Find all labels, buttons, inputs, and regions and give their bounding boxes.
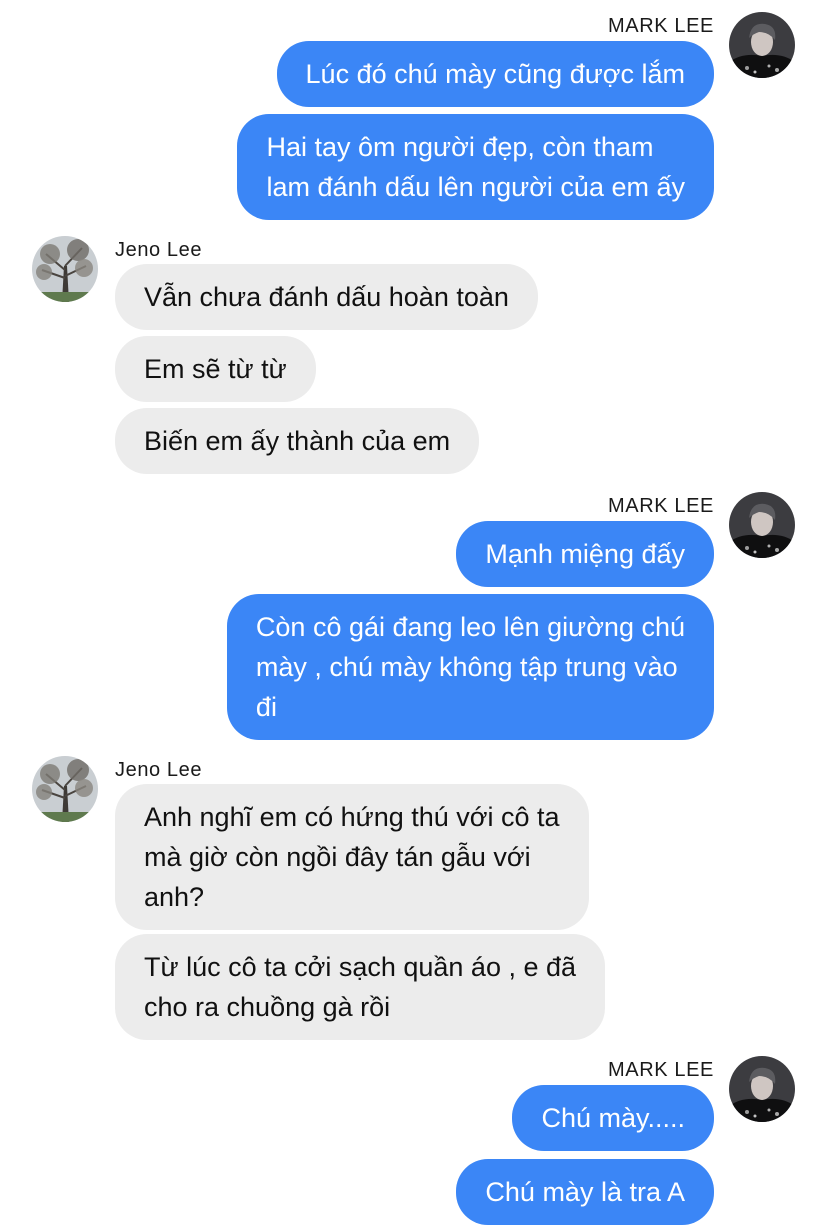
message-text: mày , chú mày không tập trung vào — [255, 652, 678, 682]
mark-lee-avatar-image — [729, 12, 795, 78]
message-text: mà giờ còn ngồi đây tán gẫu với — [144, 842, 531, 872]
message-bubble[interactable]: Biến em ấy thành của em — [115, 408, 480, 474]
message-text: Từ lúc cô ta cởi sạch quần áo , e đã — [144, 952, 577, 982]
message-text: Còn cô gái đang leo lên giường chú — [255, 612, 685, 642]
jeno-lee-avatar-image — [32, 236, 98, 302]
mark-lee-avatar[interactable] — [729, 492, 795, 558]
message-text: Vẫn chưa đánh dấu hoàn toàn — [144, 282, 509, 312]
message-text: Anh nghĩ em có hứng thú với cô ta — [144, 802, 560, 832]
message-text: lam đánh dấu lên người của em ấy — [266, 172, 685, 202]
message-bubble[interactable]: Từ lúc cô ta cởi sạch quần áo , e đã cho… — [115, 934, 606, 1040]
message-bubble[interactable]: Chú mày là tra A — [456, 1159, 714, 1225]
mark-lee-avatar[interactable] — [729, 12, 795, 78]
sender-name: MARK LEE — [608, 1059, 714, 1081]
message-bubble[interactable]: Em sẽ từ từ — [115, 336, 316, 402]
message-text: Mạnh miệng đấy — [485, 539, 685, 569]
sender-name: Jeno Lee — [115, 239, 203, 261]
sender-name: MARK LEE — [608, 15, 714, 37]
sender-name: Jeno Lee — [115, 759, 203, 781]
message-bubble[interactable]: Còn cô gái đang leo lên giường chú mày ,… — [226, 594, 714, 740]
mark-lee-avatar-image — [729, 492, 795, 558]
mark-lee-avatar-image — [729, 1056, 795, 1122]
message-bubble[interactable]: Chú mày..... — [512, 1085, 714, 1151]
sender-name: MARK LEE — [608, 495, 714, 517]
message-text: cho ra chuồng gà rồi — [144, 992, 391, 1022]
message-text: Em sẽ từ từ — [144, 354, 287, 384]
jeno-lee-avatar[interactable] — [32, 756, 98, 822]
message-text: Chú mày..... — [541, 1103, 685, 1133]
jeno-lee-avatar-image — [32, 756, 98, 822]
message-text: Chú mày là tra A — [485, 1177, 685, 1207]
message-text: anh? — [144, 882, 205, 912]
message-text: Biến em ấy thành của em — [144, 426, 451, 456]
message-bubble[interactable]: Anh nghĩ em có hứng thú với cô ta mà giờ… — [115, 784, 589, 930]
message-text: đi — [255, 692, 277, 722]
message-bubble[interactable]: Vẫn chưa đánh dấu hoàn toàn — [115, 264, 538, 330]
message-bubble[interactable]: Mạnh miệng đấy — [456, 521, 714, 587]
jeno-lee-avatar[interactable] — [32, 236, 98, 302]
message-bubble[interactable]: Lúc đó chú mày cũng được lắm — [276, 41, 714, 107]
mark-lee-avatar[interactable] — [729, 1056, 795, 1122]
message-text: Lúc đó chú mày cũng được lắm — [305, 59, 685, 89]
message-bubble[interactable]: Hai tay ôm người đẹp, còn tham lam đánh … — [237, 114, 714, 220]
message-text: Hai tay ôm người đẹp, còn tham — [266, 132, 654, 162]
